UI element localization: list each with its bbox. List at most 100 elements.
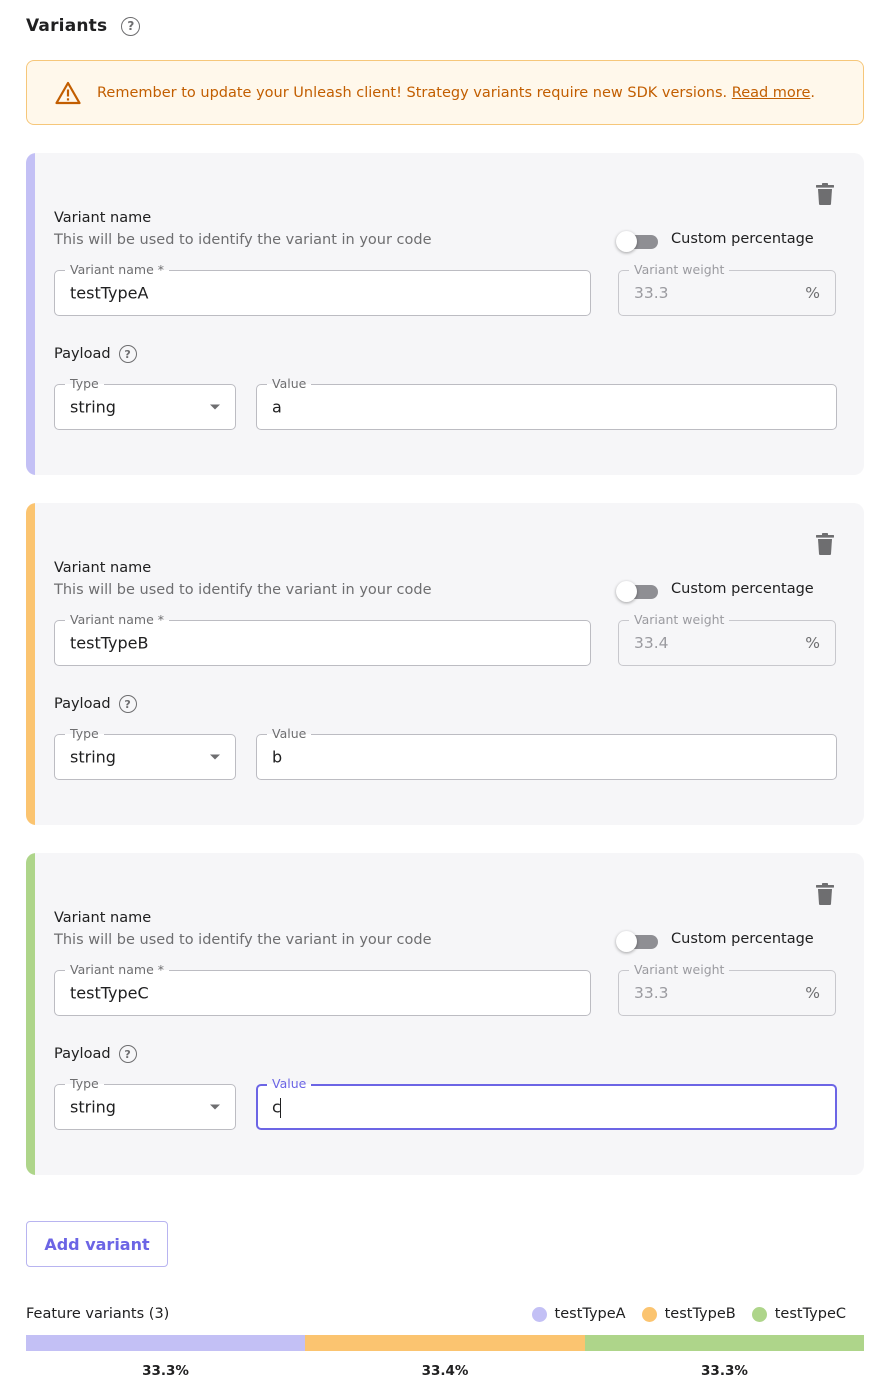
payload-value-input[interactable]: Value b	[256, 726, 837, 780]
trash-icon[interactable]	[816, 183, 834, 205]
variant-weight-input: Variant weight 33.3 %	[618, 262, 836, 316]
payload-value-input[interactable]: Value c	[256, 1076, 837, 1130]
variant-name-legend: Variant name *	[65, 612, 169, 628]
chevron-down-icon	[210, 404, 220, 410]
toggle-thumb	[616, 231, 637, 252]
variant-name-legend: Variant name *	[65, 262, 169, 278]
distribution-percent-label: 33.3%	[142, 1363, 189, 1379]
variant-weight-input: Variant weight 33.3 %	[618, 962, 836, 1016]
distribution-labels: 33.3% 33.4% 33.3%	[26, 1363, 864, 1379]
payload-type-select[interactable]: Type string	[54, 376, 236, 430]
alert-text: Remember to update your Unleash client! …	[97, 84, 732, 101]
variant-name-input[interactable]: Variant name * testTypeC	[54, 962, 591, 1016]
variant-name-value: testTypeB	[70, 633, 149, 653]
variant-weight-value: 33.3	[634, 984, 669, 1002]
variants-legend: testTypeA testTypeB testTypeC	[531, 1306, 846, 1322]
percent-suffix: %	[805, 984, 820, 1002]
distribution-segment	[26, 1335, 306, 1351]
payload-label-text: Payload	[54, 346, 111, 362]
payload-type-select[interactable]: Type string	[54, 726, 236, 780]
payload-label: Payload ?	[54, 345, 137, 363]
sdk-warning-alert: Remember to update your Unleash client! …	[26, 60, 864, 125]
type-legend: Type	[65, 376, 104, 392]
payload-value: a	[272, 397, 282, 417]
payload-value: b	[272, 747, 283, 767]
payload-label-text: Payload	[54, 1046, 111, 1062]
trash-icon[interactable]	[816, 883, 834, 905]
section-title: Variants	[26, 16, 108, 36]
feature-variants-title: Feature variants (3)	[26, 1306, 170, 1322]
chevron-down-icon	[210, 1104, 220, 1110]
percent-suffix: %	[805, 634, 820, 652]
variant-name-description: This will be used to identify the varian…	[54, 932, 432, 948]
variant-card: Variant name This will be used to identi…	[26, 853, 864, 1175]
variant-name-input[interactable]: Variant name * testTypeA	[54, 262, 591, 316]
payload-label-text: Payload	[54, 696, 111, 712]
help-icon[interactable]: ?	[121, 16, 141, 36]
custom-percentage-label: Custom percentage	[671, 931, 814, 947]
toggle-thumb	[616, 581, 637, 602]
legend-label: testTypeA	[554, 1306, 626, 1322]
type-legend: Type	[65, 726, 104, 742]
toggle-thumb	[616, 931, 637, 952]
payload-label: Payload ?	[54, 1045, 137, 1063]
payload-label: Payload ?	[54, 695, 137, 713]
percent-suffix: %	[805, 284, 820, 302]
add-variant-button[interactable]: Add variant	[26, 1221, 168, 1267]
variant-color-stripe	[26, 853, 35, 1175]
legend-dot	[531, 1306, 547, 1322]
payload-value-input[interactable]: Value a	[256, 376, 837, 430]
help-icon[interactable]: ?	[118, 695, 137, 713]
variant-weight-legend: Variant weight	[629, 962, 730, 978]
custom-percentage-toggle[interactable]	[616, 230, 660, 252]
legend-item: testTypeA	[531, 1306, 626, 1322]
value-legend: Value	[267, 726, 312, 742]
legend-dot	[751, 1306, 767, 1322]
variant-name-legend: Variant name *	[65, 962, 169, 978]
variant-name-label: Variant name	[54, 910, 152, 926]
alert-message: Remember to update your Unleash client! …	[97, 85, 815, 101]
distribution-bar	[26, 1335, 864, 1351]
payload-type-select[interactable]: Type string	[54, 1076, 236, 1130]
variant-color-stripe	[26, 503, 35, 825]
distribution-segment	[584, 1335, 864, 1351]
variant-name-description: This will be used to identify the varian…	[54, 582, 432, 598]
variant-weight-input: Variant weight 33.4 %	[618, 612, 836, 666]
variant-weight-legend: Variant weight	[629, 262, 730, 278]
distribution-segment	[305, 1335, 585, 1351]
legend-label: testTypeB	[664, 1306, 736, 1322]
variant-name-label: Variant name	[54, 560, 152, 576]
legend-label: testTypeC	[774, 1306, 846, 1322]
type-value: string	[70, 1097, 116, 1117]
variant-name-description: This will be used to identify the varian…	[54, 232, 432, 248]
chevron-down-icon	[210, 754, 220, 760]
variant-name-value: testTypeC	[70, 983, 149, 1003]
help-icon[interactable]: ?	[118, 1045, 137, 1063]
type-value: string	[70, 397, 116, 417]
variant-weight-value: 33.3	[634, 284, 669, 302]
custom-percentage-toggle[interactable]	[616, 930, 660, 952]
variant-name-label: Variant name	[54, 210, 152, 226]
variant-weight-value: 33.4	[634, 634, 669, 652]
trash-icon[interactable]	[816, 533, 834, 555]
legend-dot	[641, 1306, 657, 1322]
help-icon[interactable]: ?	[118, 345, 137, 363]
custom-percentage-toggle[interactable]	[616, 580, 660, 602]
custom-percentage-label: Custom percentage	[671, 231, 814, 247]
variant-card: Variant name This will be used to identi…	[26, 153, 864, 475]
variants-header: Variants ?	[26, 16, 141, 36]
legend-item: testTypeB	[641, 1306, 736, 1322]
type-value: string	[70, 747, 116, 767]
legend-item: testTypeC	[751, 1306, 846, 1322]
read-more-link[interactable]: Read more	[732, 85, 811, 101]
variant-name-value: testTypeA	[70, 283, 149, 303]
alert-suffix: .	[810, 84, 815, 101]
distribution-percent-label: 33.3%	[701, 1363, 748, 1379]
warning-triangle-icon	[55, 81, 81, 104]
value-legend: Value	[267, 376, 312, 392]
type-legend: Type	[65, 1076, 104, 1092]
distribution-percent-label: 33.4%	[421, 1363, 469, 1379]
variant-name-input[interactable]: Variant name * testTypeB	[54, 612, 591, 666]
value-legend: Value	[267, 1076, 312, 1092]
variant-weight-legend: Variant weight	[629, 612, 730, 628]
